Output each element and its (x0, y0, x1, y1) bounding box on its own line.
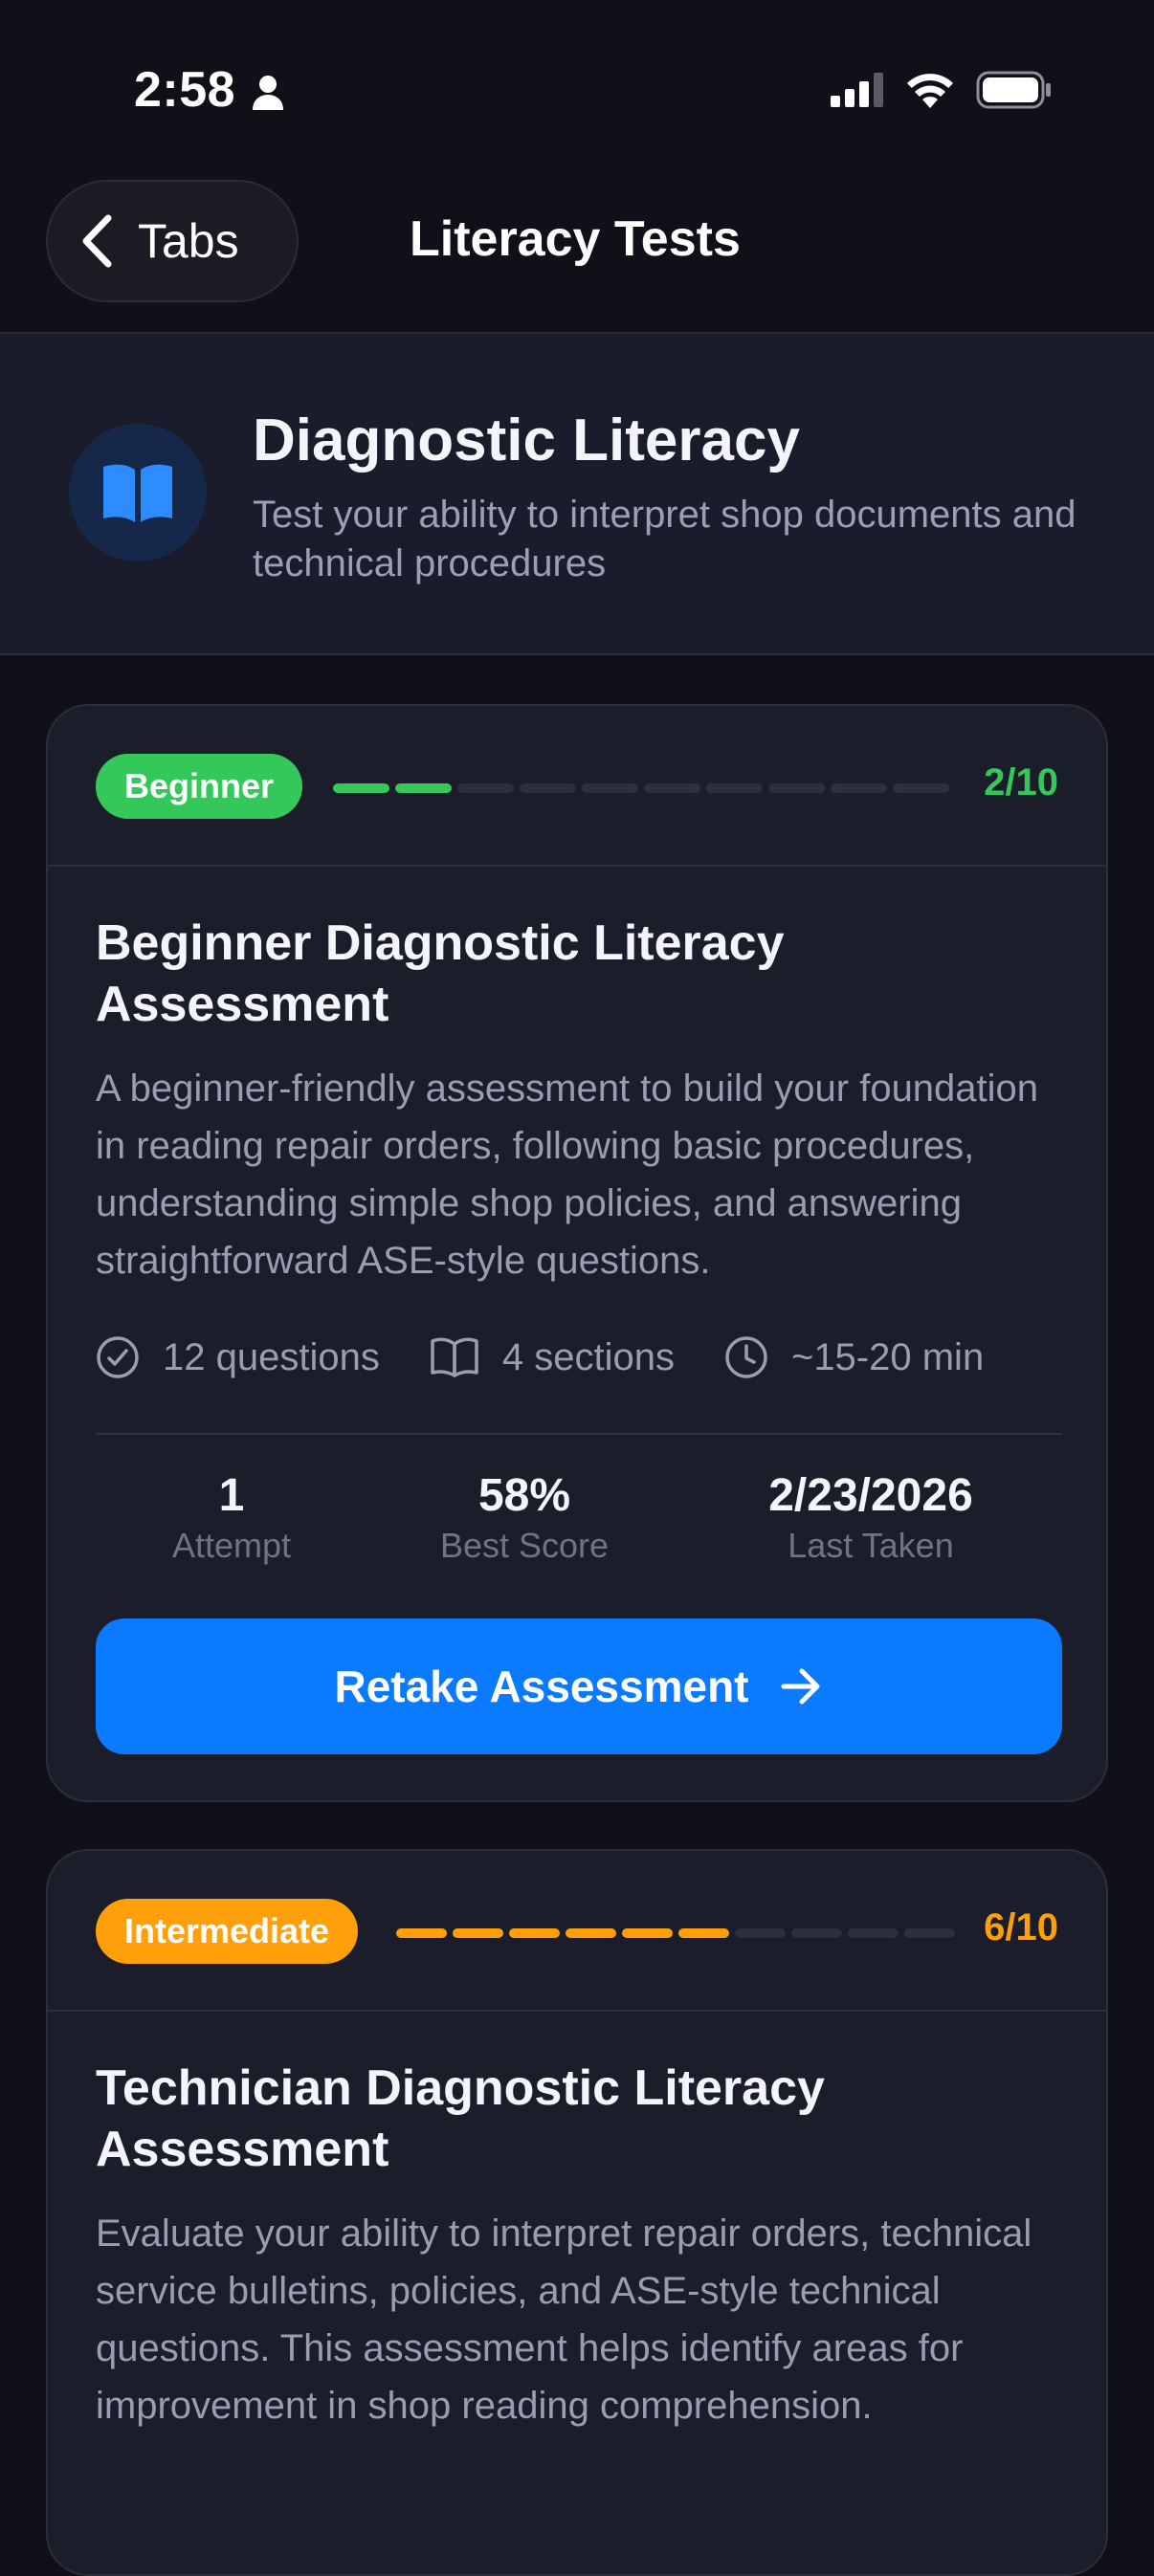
progress-segment (904, 1928, 955, 1938)
progress-segment (333, 783, 389, 793)
progress-segment (735, 1928, 786, 1938)
arrow-right-icon (781, 1668, 820, 1705)
progress-segment (566, 1928, 616, 1938)
status-bar: 2:58 (0, 0, 1154, 172)
stat-attempts-value: 1 (218, 1470, 245, 1521)
meta-sections: 4 sections (430, 1336, 675, 1379)
cellular-signal-icon (831, 73, 883, 107)
stat-best-score-label: Best Score (439, 1526, 610, 1565)
progress-segment (622, 1928, 673, 1938)
progress-segment (520, 783, 576, 793)
meta-sections-text: 4 sections (501, 1335, 675, 1378)
progress-segment (791, 1928, 842, 1938)
stat-last-taken-label: Last Taken (788, 1526, 954, 1565)
level-badge: Beginner (96, 754, 303, 819)
category-header: Diagnostic Literacy Test your ability to… (0, 334, 1154, 655)
stat-last-taken: 2/23/2026 Last Taken (727, 1469, 1014, 1569)
meta-questions: 12 questions (96, 1335, 380, 1379)
meta-questions-text: 12 questions (163, 1335, 380, 1378)
progress-segment (678, 1928, 729, 1938)
card-header: Beginner 2/10 (48, 706, 1106, 867)
wifi-icon (907, 74, 953, 108)
book-outline-icon (431, 1337, 478, 1377)
meta-duration-text: ~15-20 min (790, 1335, 985, 1378)
progress-segment (457, 783, 514, 793)
progress-segment (893, 783, 949, 793)
checkmark-circle-icon (97, 1336, 139, 1378)
progress-segment (509, 1928, 560, 1938)
stat-attempts: 1 Attempt (88, 1469, 375, 1569)
chevron-left-icon (82, 214, 112, 268)
battery-icon (976, 71, 1051, 109)
progress-segment (848, 1928, 899, 1938)
page-title: Literacy Tests (410, 211, 741, 267)
stats-divider (96, 1433, 1062, 1435)
person-icon (253, 76, 283, 110)
level-progress-bar (396, 1928, 955, 1938)
level-progress-text: 6/10 (984, 1906, 1058, 1949)
assessment-card-intermediate[interactable]: Intermediate 6/10 Technician Diagnostic … (46, 1849, 1108, 2576)
assessment-description: Evaluate your ability to interpret repai… (96, 2213, 1032, 2427)
stat-last-taken-value: 2/23/2026 (768, 1470, 973, 1521)
progress-segment (582, 783, 638, 793)
back-button-label: Tabs (138, 214, 239, 268)
progress-segment (768, 783, 825, 793)
back-button[interactable]: Tabs (46, 180, 299, 302)
assessment-description: A beginner-friendly assessment to build … (96, 1068, 1039, 1282)
category-title: Diagnostic Literacy (253, 407, 800, 473)
open-book-icon (103, 464, 172, 522)
card-header: Intermediate 6/10 (48, 1851, 1106, 2012)
assessment-title: Beginner Diagnostic Literacy Assessment (96, 915, 785, 1032)
assessment-meta: 12 questions 4 sections ~15-20 min (96, 1335, 1033, 1379)
navigation-bar: Tabs Literacy Tests (0, 172, 1154, 333)
stat-best-score-value: 58% (477, 1470, 571, 1521)
level-badge: Intermediate (96, 1899, 359, 1964)
meta-duration: ~15-20 min (724, 1335, 984, 1379)
progress-segment (831, 783, 887, 793)
retake-assessment-label: Retake Assessment (334, 1662, 749, 1711)
assessment-title: Technician Diagnostic Literacy Assessmen… (96, 2060, 825, 2177)
stat-best-score: 58% Best Score (381, 1469, 668, 1569)
status-indicators (831, 71, 1053, 109)
progress-segment (706, 783, 763, 793)
progress-segment (644, 783, 700, 793)
progress-segment (396, 1928, 447, 1938)
progress-segment (453, 1928, 503, 1938)
status-time: 2:58 (134, 62, 236, 118)
assessment-card-beginner[interactable]: Beginner 2/10 Beginner Diagnostic Litera… (46, 704, 1108, 1802)
header-icon-container (69, 424, 207, 561)
level-progress-text: 2/10 (984, 761, 1058, 804)
clock-icon (725, 1336, 767, 1378)
stat-attempts-label: Attempt (171, 1526, 292, 1565)
retake-assessment-button[interactable]: Retake Assessment (96, 1618, 1062, 1754)
progress-segment (395, 783, 452, 793)
level-progress-bar (333, 783, 949, 793)
category-subtitle: Test your ability to interpret shop docu… (253, 494, 1076, 584)
